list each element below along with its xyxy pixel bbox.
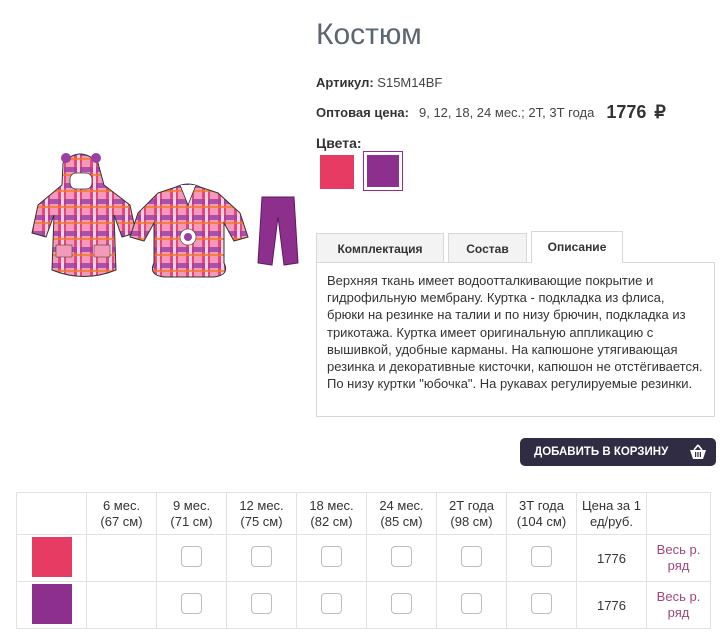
table-row: 1776 Весь р. ряд — [16, 534, 711, 582]
header-height: (75 см) — [240, 513, 283, 529]
header-cell: 3Т года (104 см) — [506, 492, 577, 535]
color-swatch-purple-fill — [367, 155, 399, 187]
full-row-cell: Весь р. ряд — [646, 581, 711, 629]
full-row-link-text: ряд — [667, 605, 690, 620]
sku-row: Артикул: S15M14BF — [316, 75, 442, 90]
quantity-checkbox[interactable] — [391, 546, 412, 567]
header-cell: 24 мес. (85 см) — [366, 492, 437, 535]
size-cell-empty — [86, 581, 157, 629]
row-color-swatch — [31, 536, 72, 577]
quantity-checkbox[interactable] — [391, 593, 412, 614]
color-swatch-pink[interactable] — [320, 155, 354, 189]
sizes-table: 6 мес. (67 см) 9 мес. (71 см) 12 мес. (75 с… — [16, 492, 711, 629]
size-cell — [296, 581, 367, 629]
size-cell — [436, 581, 507, 629]
quantity-checkbox[interactable] — [181, 593, 202, 614]
quantity-checkbox[interactable] — [461, 593, 482, 614]
header-cell: 6 мес. (67 см) — [86, 492, 157, 535]
tab-opisanie[interactable]: Описание — [531, 231, 623, 263]
pants-drawing — [257, 196, 299, 266]
header-size: 9 мес. — [172, 497, 211, 513]
add-to-cart-label: ДОБАВИТЬ В КОРЗИНУ — [534, 446, 669, 458]
full-row-link-text: Весь р. — [656, 589, 701, 604]
add-to-cart-button[interactable]: ДОБАВИТЬ В КОРЗИНУ — [520, 438, 716, 466]
price-row: Оптовая цена: 9, 12, 18, 24 мес.; 2Т, 3Т… — [316, 102, 666, 123]
header-cell: 18 мес. (82 см) — [296, 492, 367, 535]
header-size: 18 мес. — [309, 497, 354, 513]
color-swatch-purple[interactable] — [363, 151, 403, 191]
quantity-checkbox[interactable] — [251, 546, 272, 567]
sku-label: Артикул: — [316, 75, 374, 90]
currency-symbol: ₽ — [654, 102, 666, 122]
size-cell — [366, 534, 437, 582]
jacket-front-drawing — [31, 153, 137, 277]
price-label: Оптовая цена: — [316, 105, 409, 120]
size-cell — [436, 534, 507, 582]
size-cell — [156, 534, 227, 582]
header-height: (85 см) — [380, 513, 423, 529]
header-size: 2Т года — [449, 497, 494, 513]
jacket-back-drawing — [129, 183, 249, 278]
size-cell — [506, 581, 577, 629]
header-size: 24 мес. — [379, 497, 424, 513]
quantity-checkbox[interactable] — [321, 546, 342, 567]
size-cell — [296, 534, 367, 582]
row-color-cell — [16, 581, 87, 629]
header-price: Цена за 1 — [582, 497, 641, 513]
header-height: (71 см) — [170, 513, 213, 529]
full-row-link-text: Весь р. — [656, 542, 701, 557]
header-unit: ед/руб. — [590, 513, 633, 529]
header-size: 12 мес. — [239, 497, 284, 513]
row-price: 1776 — [576, 534, 647, 582]
size-cell — [226, 581, 297, 629]
quantity-checkbox[interactable] — [531, 546, 552, 567]
tab-komplektaciya[interactable]: Комплектация — [316, 233, 444, 263]
size-cell — [366, 581, 437, 629]
header-cell: 9 мес. (71 см) — [156, 492, 227, 535]
tab-sostav[interactable]: Состав — [448, 233, 527, 263]
table-row: 1776 Весь р. ряд — [16, 581, 711, 629]
quantity-checkbox[interactable] — [531, 593, 552, 614]
header-empty-cell — [646, 492, 711, 535]
price-value: 1776 — [606, 102, 647, 122]
quantity-checkbox[interactable] — [321, 593, 342, 614]
row-color-swatch — [31, 583, 72, 624]
header-height: (98 см) — [450, 513, 493, 529]
full-row-link[interactable]: Весь р. ряд — [657, 542, 701, 573]
size-cell — [506, 534, 577, 582]
header-cell: 2Т года (98 см) — [436, 492, 507, 535]
basket-icon — [690, 444, 706, 459]
quantity-checkbox[interactable] — [181, 546, 202, 567]
full-row-link-text: ряд — [667, 558, 690, 573]
product-image — [18, 145, 300, 285]
header-color-cell — [16, 492, 87, 535]
header-cell: Цена за 1 ед/руб. — [576, 492, 647, 535]
table-header-row: 6 мес. (67 см) 9 мес. (71 см) 12 мес. (75 с… — [16, 492, 711, 535]
product-title: Костюм — [316, 18, 422, 51]
header-size: 6 мес. — [102, 497, 141, 513]
quantity-checkbox[interactable] — [461, 546, 482, 567]
size-cell — [226, 534, 297, 582]
price-sizes: 9, 12, 18, 24 мес.; 2Т, 3Т года — [418, 105, 595, 120]
sku-value: S15M14BF — [377, 75, 443, 90]
tabs: Комплектация Состав Описание — [316, 231, 627, 263]
header-height: (67 см) — [100, 513, 143, 529]
header-height: (104 см) — [516, 513, 567, 529]
full-row-link[interactable]: Весь р. ряд — [657, 589, 701, 620]
size-cell-empty — [86, 534, 157, 582]
row-color-cell — [16, 534, 87, 582]
header-size: 3Т года — [519, 497, 564, 513]
size-cell — [156, 581, 227, 629]
description-text: Верхняя ткань имеет водоотталкивающие по… — [316, 262, 715, 417]
colors-label: Цвета: — [316, 135, 362, 151]
quantity-checkbox[interactable] — [251, 593, 272, 614]
header-height: (82 см) — [310, 513, 353, 529]
row-price: 1776 — [576, 581, 647, 629]
full-row-cell: Весь р. ряд — [646, 534, 711, 582]
header-cell: 12 мес. (75 см) — [226, 492, 297, 535]
